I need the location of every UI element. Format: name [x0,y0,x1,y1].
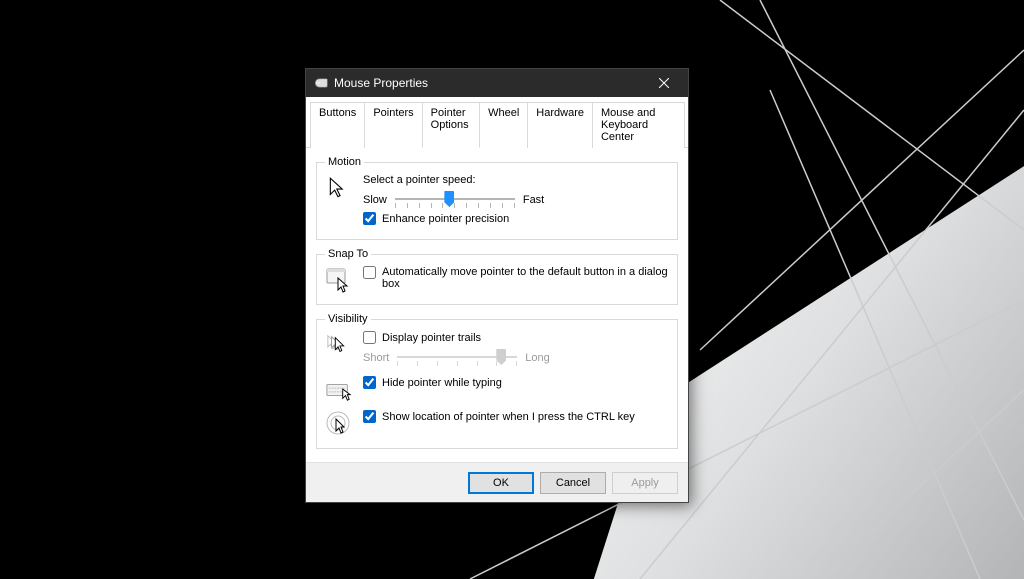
pointer-speed-slider[interactable] [395,190,515,210]
pointer-trails-checkbox[interactable] [363,331,376,344]
tab-mouse-keyboard-center[interactable]: Mouse and Keyboard Center [592,102,685,148]
snap-to-checkbox[interactable] [363,266,376,279]
pointer-trails-icon [325,331,353,359]
close-button[interactable] [644,69,684,97]
short-label: Short [363,352,389,364]
enhance-precision-checkbox[interactable] [363,212,376,225]
show-ctrl-icon [325,410,353,438]
close-icon [659,78,669,88]
enhance-precision-label[interactable]: Enhance pointer precision [382,213,509,225]
pointer-trails-slider [397,348,517,368]
tab-hardware[interactable]: Hardware [527,102,593,148]
show-ctrl-location-checkbox[interactable] [363,410,376,423]
snap-to-legend: Snap To [325,248,371,260]
motion-legend: Motion [325,156,364,168]
titlebar[interactable]: Mouse Properties [306,69,688,97]
apply-button: Apply [612,472,678,494]
long-label: Long [525,352,549,364]
hide-pointer-typing-label[interactable]: Hide pointer while typing [382,377,502,389]
tab-wheel[interactable]: Wheel [479,102,528,148]
ok-button[interactable]: OK [468,472,534,494]
snap-to-group: Snap To Automatically move pointer to th… [316,248,678,305]
tab-buttons[interactable]: Buttons [310,102,365,148]
mouse-icon [314,78,328,88]
snap-to-label[interactable]: Automatically move pointer to the defaul… [382,266,669,290]
pointer-trails-label[interactable]: Display pointer trails [382,332,481,344]
select-speed-label: Select a pointer speed: [363,174,669,186]
tab-pointer-options[interactable]: Pointer Options [422,102,480,148]
tab-pointers[interactable]: Pointers [364,102,422,148]
hide-pointer-typing-checkbox[interactable] [363,376,376,389]
dialog-footer: OK Cancel Apply [306,462,688,502]
snap-to-icon [325,266,353,294]
slow-label: Slow [363,194,387,206]
cancel-button[interactable]: Cancel [540,472,606,494]
motion-cursor-icon [325,174,353,202]
visibility-legend: Visibility [325,313,371,325]
tab-pane: Motion Select a pointer speed: Slow Fas [306,148,688,462]
hide-typing-icon [325,376,353,404]
mouse-properties-dialog: Mouse Properties Buttons Pointers Pointe… [305,68,689,503]
motion-group: Motion Select a pointer speed: Slow Fas [316,156,678,240]
fast-label: Fast [523,194,544,206]
visibility-group: Visibility Display pointer trails [316,313,678,449]
tabstrip: Buttons Pointers Pointer Options Wheel H… [306,97,688,148]
window-title: Mouse Properties [334,76,644,90]
show-ctrl-location-label[interactable]: Show location of pointer when I press th… [382,411,635,423]
